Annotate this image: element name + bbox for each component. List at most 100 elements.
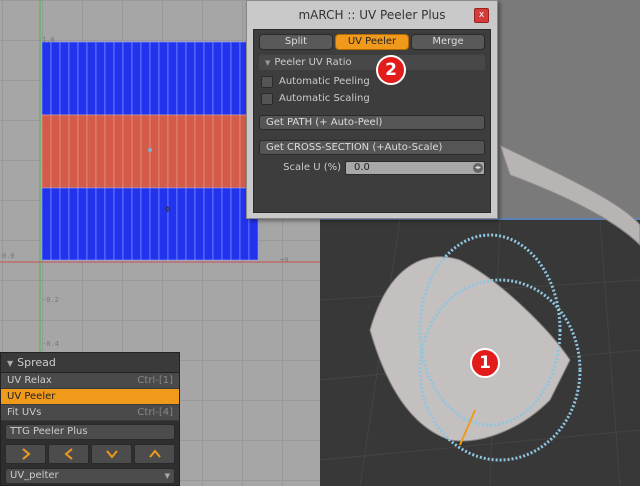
tab-merge[interactable]: Merge — [411, 34, 485, 50]
spinner-icon[interactable]: ◂▸ — [473, 162, 483, 173]
chevron-down-icon: ▼ — [164, 472, 170, 480]
ribbon-mesh-top — [499, 144, 640, 246]
uv-pivot-marker — [148, 148, 152, 152]
uv-face — [194, 41, 205, 116]
down-arrow-button[interactable] — [91, 444, 132, 464]
automatic-peeling-label: Automatic Peeling — [279, 76, 370, 87]
menu-item-uv-relax[interactable]: UV Relax Ctrl-[1] — [1, 373, 179, 389]
uv-face — [77, 187, 88, 261]
uv-face — [104, 114, 115, 189]
uv-face — [122, 41, 133, 116]
close-button[interactable]: x — [474, 8, 489, 23]
spread-header[interactable]: ▼ Spread — [1, 353, 179, 373]
uv-face — [212, 41, 223, 116]
scale-u-label: Scale U (%) — [283, 162, 341, 173]
uv-face — [185, 114, 196, 189]
tab-split[interactable]: Split — [259, 34, 333, 50]
uv-face — [176, 114, 187, 189]
right-arrow-button[interactable] — [5, 444, 46, 464]
uv-face — [140, 187, 151, 261]
menu-item-uv-peeler[interactable]: UV Peeler — [1, 389, 179, 405]
uv-face — [59, 41, 70, 116]
scale-u-value: 0.0 — [354, 161, 370, 173]
section-title: Peeler UV Ratio — [274, 57, 352, 68]
scale-u-row: Scale U (%) 0.0 ◂▸ — [259, 160, 485, 175]
uv-face — [59, 114, 70, 189]
cursor-crosshair-icon: ✥ — [164, 205, 171, 214]
automatic-scaling-label: Automatic Scaling — [279, 93, 370, 104]
uv-face — [122, 187, 133, 261]
automatic-peeling-row[interactable]: Automatic Peeling — [261, 73, 490, 90]
uv-face — [86, 114, 97, 189]
uv-map-select[interactable]: UV_pelter ▼ — [5, 468, 175, 484]
uv-face — [167, 41, 178, 116]
window-title-bar[interactable]: mARCH :: UV Peeler Plus x — [247, 1, 497, 29]
uv-face — [50, 187, 61, 261]
menu-item-label: Fit UVs — [7, 407, 42, 418]
uv-face — [158, 41, 169, 116]
ruler-label-bottom: -0.2 — [42, 296, 59, 304]
uv-face — [203, 187, 214, 261]
uv-face — [194, 187, 205, 261]
up-arrow-icon — [148, 449, 161, 458]
uv-face — [221, 114, 232, 189]
window-title: mARCH :: UV Peeler Plus — [298, 8, 446, 22]
callout-badge-2: 2 — [376, 55, 406, 85]
ttg-peeler-plus-button[interactable]: TTG Peeler Plus — [5, 424, 175, 440]
left-arrow-button[interactable] — [48, 444, 89, 464]
window-body: Split UV Peeler Merge ▼ Peeler UV Ratio A… — [253, 29, 491, 213]
ruler-label-right: +0 — [280, 256, 289, 264]
uv-face — [230, 114, 241, 189]
ruler-label-origin: 0.0 — [2, 252, 15, 260]
left-arrow-icon — [63, 448, 73, 460]
up-arrow-button[interactable] — [134, 444, 175, 464]
collapse-triangle-icon: ▼ — [7, 359, 14, 368]
ruler-label-top: 1.0 — [42, 36, 55, 44]
uv-face — [95, 41, 106, 116]
menu-item-shortcut: Ctrl-[1] — [137, 375, 173, 386]
uv-face — [41, 187, 52, 261]
uv-face — [212, 114, 223, 189]
uv-face — [104, 41, 115, 116]
uv-face — [68, 41, 79, 116]
uv-face — [113, 187, 124, 261]
uv-face — [185, 187, 196, 261]
menu-item-fit-uvs[interactable]: Fit UVs Ctrl-[4] — [1, 405, 179, 421]
menu-item-label: UV Relax — [7, 375, 52, 386]
uv-face — [221, 41, 232, 116]
menu-item-shortcut: Ctrl-[4] — [137, 407, 173, 418]
uv-face — [68, 114, 79, 189]
uv-face — [68, 187, 79, 261]
tab-uv-peeler[interactable]: UV Peeler — [335, 34, 409, 50]
arrow-button-row — [5, 444, 175, 464]
ruler-label-bottom2: -0.4 — [42, 340, 59, 348]
automatic-scaling-checkbox[interactable] — [261, 92, 273, 105]
uv-face — [230, 187, 241, 261]
uv-face — [59, 187, 70, 261]
uv-face — [167, 187, 178, 261]
uv-face — [77, 114, 88, 189]
uv-face — [50, 114, 61, 189]
ribbon-mesh-front — [369, 256, 571, 442]
uv-face — [113, 41, 124, 116]
uv-face — [131, 187, 142, 261]
section-peeler-uv-ratio[interactable]: ▼ Peeler UV Ratio — [259, 55, 485, 70]
uv-face — [194, 114, 205, 189]
uv-peeler-window[interactable]: mARCH :: UV Peeler Plus x Split UV Peele… — [246, 0, 498, 219]
uv-face — [158, 114, 169, 189]
callout-badge-1: 1 — [470, 348, 500, 378]
scale-u-input[interactable]: 0.0 ◂▸ — [345, 160, 485, 175]
get-cross-section-button[interactable]: Get CROSS-SECTION (+Auto-Scale) — [259, 140, 485, 155]
uv-face — [140, 114, 151, 189]
mode-tabs: Split UV Peeler Merge — [259, 34, 485, 50]
automatic-scaling-row[interactable]: Automatic Scaling — [261, 90, 490, 107]
uv-face — [131, 41, 142, 116]
get-path-button[interactable]: Get PATH (+ Auto-Peel) — [259, 115, 485, 130]
uv-face — [221, 187, 232, 261]
uv-face — [50, 41, 61, 116]
uv-face — [86, 187, 97, 261]
collapse-triangle-icon: ▼ — [265, 59, 271, 67]
uv-face — [122, 114, 133, 189]
automatic-peeling-checkbox[interactable] — [261, 75, 273, 88]
uv-face — [176, 41, 187, 116]
